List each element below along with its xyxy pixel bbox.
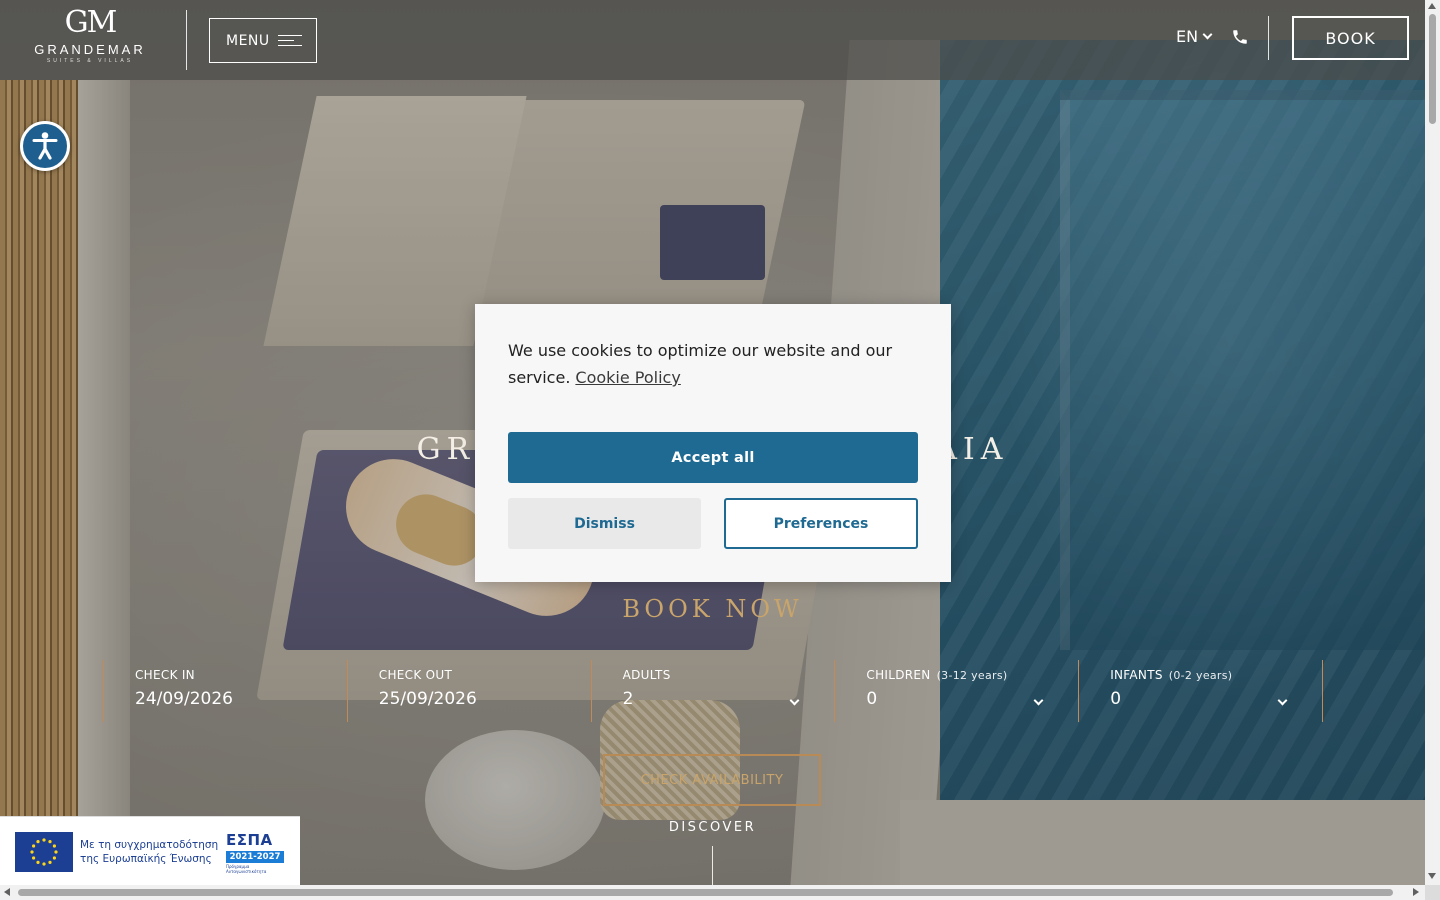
check-out-label: CHECK OUT — [378, 668, 453, 682]
hamburger-icon — [277, 35, 302, 46]
preferences-button[interactable]: Preferences — [724, 498, 918, 549]
infants-label: INFANTS (0-2 years) — [1110, 668, 1233, 682]
vertical-scrollbar-thumb[interactable] — [1429, 14, 1436, 124]
scroll-right-arrow-icon[interactable] — [1413, 888, 1419, 896]
cookie-policy-link[interactable]: Cookie Policy — [575, 368, 680, 387]
book-button[interactable]: BOOK — [1292, 16, 1409, 60]
espa-banner[interactable]: Με τη συγχρηματοδότηση της Ευρωπαϊκής Έν… — [0, 816, 300, 885]
scroll-down-arrow-icon[interactable] — [1428, 873, 1436, 879]
espa-line2: της Ευρωπαϊκής Ένωσης — [80, 853, 212, 865]
cookie-message-text: We use cookies to optimize our website a… — [508, 341, 893, 387]
children-select[interactable]: CHILDREN (3-12 years) 0 — [834, 660, 1078, 722]
cookie-message: We use cookies to optimize our website a… — [508, 337, 918, 391]
espa-logo: ΕΣΠΑ 2021-2027 Πρόγραμμα Ανταγωνιστικότη… — [226, 831, 288, 874]
espa-logo-tag: Πρόγραμμα Ανταγωνιστικότητα — [226, 864, 267, 874]
scroll-indicator-line — [712, 846, 713, 886]
cookie-consent-dialog: We use cookies to optimize our website a… — [475, 304, 951, 582]
scroll-up-arrow-icon[interactable] — [1428, 3, 1436, 9]
infants-age-hint: (0-2 years) — [1168, 669, 1233, 682]
scrollbar-corner — [1425, 885, 1440, 900]
logo[interactable]: GM GRANDEMAR SUITES & VILLAS — [20, 6, 160, 66]
espa-text: Με τη συγχρηματοδότηση της Ευρωπαϊκής Έν… — [80, 838, 218, 866]
accessibility-icon — [32, 132, 58, 160]
header-divider — [1268, 16, 1269, 60]
adults-label: ADULTS — [622, 668, 671, 682]
chevron-down-icon — [1202, 29, 1213, 40]
language-selector[interactable]: EN — [1176, 27, 1213, 46]
check-in-label: CHECK IN — [135, 668, 195, 682]
adults-select[interactable]: ADULTS 2 — [590, 660, 835, 722]
site-header: GM GRANDEMAR SUITES & VILLAS MENU EN BOO… — [0, 0, 1425, 80]
children-age-hint: (3-12 years) — [936, 669, 1008, 682]
espa-logo-word: ΕΣΠΑ — [226, 831, 273, 849]
check-out-field[interactable]: CHECK OUT 25/09/2026 — [346, 660, 591, 722]
accessibility-button[interactable] — [20, 121, 70, 171]
vertical-scrollbar[interactable] — [1425, 0, 1440, 885]
accept-all-button[interactable]: Accept all — [508, 432, 918, 483]
check-in-value[interactable]: 24/09/2026 — [135, 689, 347, 709]
check-in-field[interactable]: CHECK IN 24/09/2026 — [103, 660, 347, 722]
horizontal-scrollbar-thumb[interactable] — [18, 889, 1393, 896]
book-now-heading: BOOK NOW — [622, 595, 803, 623]
logo-tagline: SUITES & VILLAS — [46, 58, 134, 64]
eu-flag-icon — [15, 832, 73, 872]
phone-icon[interactable] — [1231, 28, 1249, 46]
check-out-value[interactable]: 25/09/2026 — [379, 689, 591, 709]
header-divider — [186, 10, 187, 70]
children-value[interactable]: 0 — [866, 689, 1078, 709]
infants-value[interactable]: 0 — [1110, 689, 1322, 709]
infants-select[interactable]: INFANTS (0-2 years) 0 — [1078, 660, 1323, 722]
menu-label: MENU — [226, 32, 270, 49]
check-availability-button[interactable]: CHECK AVAILABILITY — [603, 754, 821, 806]
booking-form: CHECK IN 24/09/2026 CHECK OUT 25/09/2026… — [103, 660, 1323, 722]
children-label: CHILDREN (3-12 years) — [866, 668, 1008, 682]
adults-value[interactable]: 2 — [623, 689, 835, 709]
scroll-left-arrow-icon[interactable] — [4, 888, 10, 896]
language-label: EN — [1176, 27, 1199, 46]
espa-line1: Με τη συγχρηματοδότηση — [80, 839, 219, 851]
logo-name: GRANDEMAR — [34, 42, 146, 57]
hero-title-left: GR — [416, 432, 476, 467]
logo-mark: GM — [64, 5, 118, 40]
dismiss-button[interactable]: Dismiss — [508, 498, 701, 549]
menu-button[interactable]: MENU — [209, 18, 317, 63]
espa-logo-years: 2021-2027 — [226, 851, 284, 863]
